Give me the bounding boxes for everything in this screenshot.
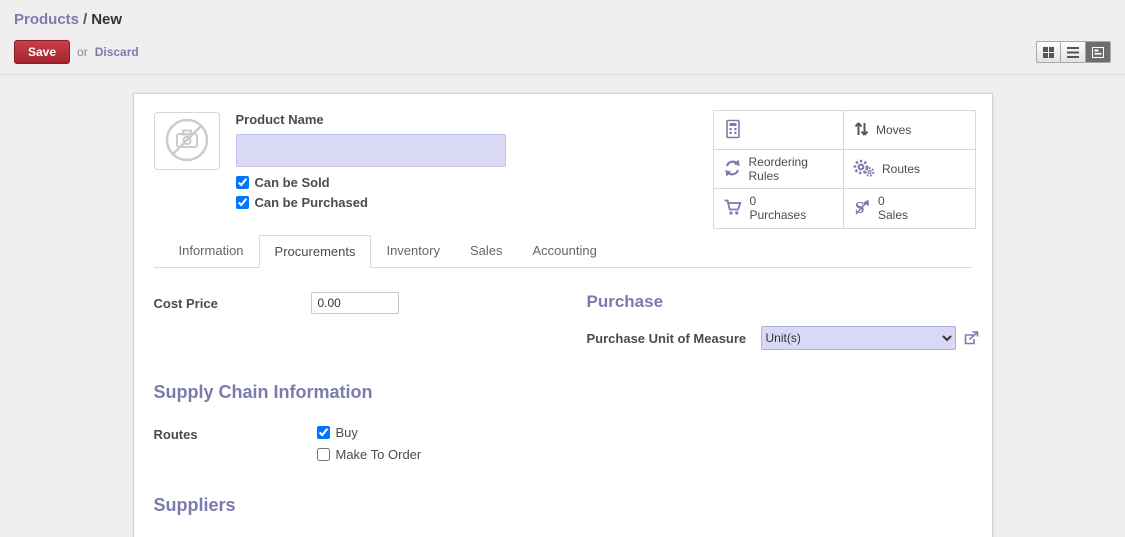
product-image-placeholder[interactable] (153, 112, 220, 170)
inventory-stat-button[interactable] (713, 110, 845, 151)
product-name-input[interactable] (235, 134, 506, 167)
route-buy-label: Buy (335, 425, 358, 440)
or-label: or (77, 45, 88, 59)
purchases-stat-button[interactable]: 0 Purchases (713, 188, 845, 229)
cost-price-label: Cost Price (153, 295, 218, 311)
can-be-purchased-label: Can be Purchased (254, 195, 368, 210)
stat-label: Purchases (749, 207, 807, 222)
stat-button-box: Moves Reordering Rules Routes 0 Purchase… (712, 110, 976, 229)
moves-stat-button[interactable]: Moves (843, 110, 975, 151)
form-view-icon[interactable] (1086, 41, 1111, 63)
purchase-uom-label: Purchase Unit of Measure (586, 330, 747, 346)
building-icon (723, 118, 743, 143)
discard-link[interactable]: Discard (95, 45, 139, 59)
kanban-view-icon[interactable] (1036, 41, 1061, 63)
notebook-tabs: Information Procurements Inventory Sales… (153, 235, 972, 268)
can-be-purchased-checkbox[interactable] (235, 196, 249, 209)
reordering-icon (723, 158, 742, 181)
purchase-uom-select[interactable]: Unit(s) (760, 326, 956, 350)
moves-icon (853, 119, 869, 142)
tab-sales[interactable]: Sales (455, 235, 518, 267)
product-form-sheet: Product Name Can be Sold Can be Purchase… (132, 93, 993, 537)
cost-price-input[interactable] (310, 292, 399, 314)
control-bar: Save or Discard (0, 32, 1125, 75)
breadcrumb-current: New (91, 11, 123, 28)
reordering-rules-stat-button[interactable]: Reordering Rules (713, 149, 845, 190)
can-be-sold-label: Can be Sold (254, 175, 330, 190)
breadcrumb: Products / New (0, 0, 1125, 32)
save-button[interactable]: Save (14, 40, 71, 64)
sales-icon: S (853, 197, 871, 220)
tab-accounting[interactable]: Accounting (517, 235, 611, 267)
stat-label: Moves (876, 122, 912, 137)
breadcrumb-products-link[interactable]: Products (14, 11, 79, 28)
stat-label: Reordering Rules (748, 154, 808, 183)
routes-label: Routes (153, 427, 198, 442)
route-buy-checkbox[interactable] (316, 426, 330, 439)
route-make-to-order-checkbox[interactable] (316, 448, 330, 461)
list-view-icon[interactable] (1061, 41, 1086, 63)
tab-information[interactable]: Information (164, 235, 259, 267)
tab-inventory[interactable]: Inventory (371, 235, 454, 267)
view-switcher (1036, 41, 1111, 63)
supply-chain-heading: Supply Chain Information (153, 382, 373, 402)
camera-icon (163, 116, 211, 167)
gears-icon (853, 158, 875, 181)
procurements-tab-content: Cost Price Purchase Purchase Unit of Mea… (153, 268, 978, 516)
cart-icon (723, 197, 743, 220)
suppliers-heading: Suppliers (153, 495, 236, 515)
stat-label: Sales (878, 207, 909, 222)
external-link-icon[interactable] (963, 331, 979, 345)
route-make-to-order-label: Make To Order (335, 447, 422, 462)
purchase-heading: Purchase (586, 292, 664, 311)
stat-label: Routes (882, 161, 921, 176)
breadcrumb-separator: / (83, 11, 88, 28)
routes-stat-button[interactable]: Routes (843, 149, 975, 190)
product-name-label: Product Name (235, 112, 324, 127)
can-be-sold-checkbox[interactable] (235, 176, 249, 189)
tab-procurements[interactable]: Procurements (258, 235, 372, 268)
sales-stat-button[interactable]: S 0 Sales (843, 188, 975, 229)
